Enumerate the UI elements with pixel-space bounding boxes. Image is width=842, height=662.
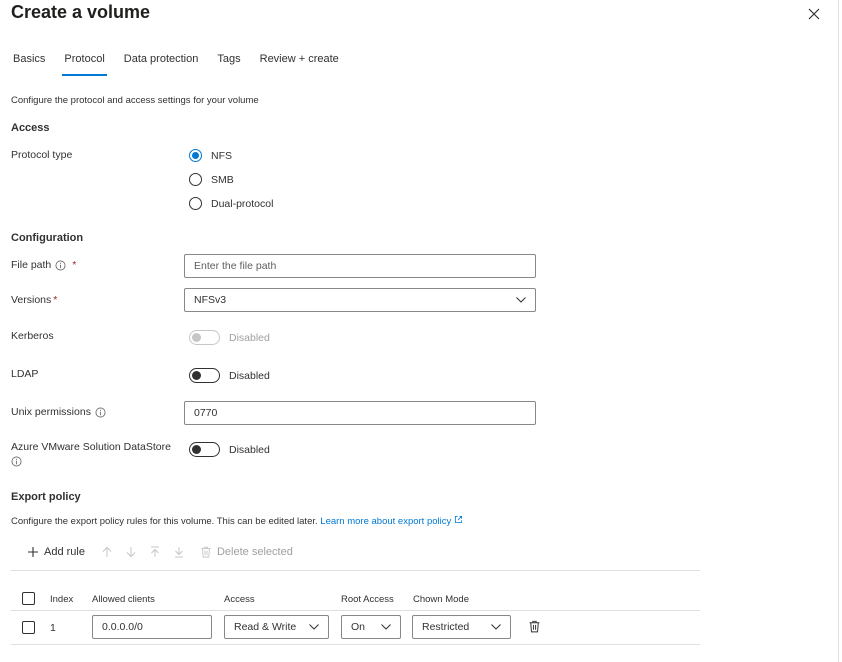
trash-icon bbox=[201, 546, 211, 558]
protocol-type-label: Protocol type bbox=[11, 149, 73, 161]
versions-label: Versions * bbox=[11, 294, 57, 306]
close-icon[interactable] bbox=[806, 6, 822, 22]
row-index: 1 bbox=[50, 622, 56, 634]
file-path-label-text: File path bbox=[11, 259, 52, 271]
kerberos-state: Disabled bbox=[229, 331, 270, 344]
column-header-chown-mode: Chown Mode bbox=[413, 594, 469, 605]
required-asterisk: * bbox=[53, 294, 58, 306]
chevron-down-icon bbox=[309, 624, 319, 630]
column-header-allowed-clients: Allowed clients bbox=[92, 594, 155, 605]
avs-datastore-toggle-row: Disabled bbox=[189, 442, 270, 457]
move-to-bottom-icon[interactable] bbox=[173, 546, 185, 558]
access-heading: Access bbox=[11, 122, 50, 134]
delete-selected-label: Delete selected bbox=[216, 546, 293, 558]
move-to-top-icon[interactable] bbox=[149, 546, 161, 558]
avs-datastore-toggle[interactable] bbox=[189, 442, 220, 457]
ldap-state: Disabled bbox=[229, 369, 270, 382]
required-asterisk: * bbox=[72, 259, 77, 271]
allowed-clients-input[interactable]: 0.0.0.0/0 bbox=[92, 615, 212, 639]
delete-row-icon[interactable] bbox=[528, 620, 541, 633]
table-header-divider bbox=[11, 610, 700, 611]
avs-datastore-label-text: Azure VMware Solution DataStore bbox=[11, 441, 171, 453]
column-header-access: Access bbox=[224, 594, 255, 605]
radio-dual-protocol-label: Dual-protocol bbox=[211, 197, 274, 210]
kerberos-toggle-row: Disabled bbox=[189, 330, 270, 345]
radio-smb-label: SMB bbox=[211, 173, 234, 186]
chown-mode-value: Restricted bbox=[422, 621, 470, 633]
plus-icon bbox=[28, 547, 38, 557]
export-policy-toolbar: Add rule Delete selected bbox=[27, 546, 293, 558]
row-checkbox[interactable] bbox=[22, 621, 35, 634]
tab-protocol[interactable]: Protocol bbox=[62, 52, 108, 76]
root-access-value: On bbox=[351, 621, 366, 633]
file-path-input[interactable]: Enter the file path bbox=[184, 254, 536, 278]
page-title: Create a volume bbox=[11, 2, 151, 22]
radio-nfs-label: NFS bbox=[211, 149, 232, 162]
avs-datastore-state: Disabled bbox=[229, 443, 270, 456]
column-header-index: Index bbox=[50, 594, 74, 605]
radio-smb-circle[interactable] bbox=[189, 173, 202, 186]
avs-datastore-label: Azure VMware Solution DataStore bbox=[11, 441, 176, 471]
versions-dropdown[interactable]: NFSv3 bbox=[184, 288, 536, 312]
chevron-down-icon bbox=[491, 624, 501, 630]
access-value: Read & Write bbox=[234, 621, 297, 633]
unix-permissions-label-text: Unix permissions bbox=[11, 406, 91, 418]
toolbar-divider bbox=[11, 570, 700, 571]
move-down-icon[interactable] bbox=[125, 546, 137, 558]
info-icon[interactable] bbox=[11, 456, 22, 467]
export-policy-description-text: Configure the export policy rules for th… bbox=[11, 516, 318, 527]
move-up-icon[interactable] bbox=[101, 546, 113, 558]
tab-bar: Basics Protocol Data protection Tags Rev… bbox=[11, 52, 356, 76]
external-link-icon bbox=[454, 515, 462, 524]
unix-permissions-label: Unix permissions bbox=[11, 406, 106, 418]
delete-selected-button[interactable]: Delete selected bbox=[200, 546, 293, 558]
radio-dual-protocol[interactable]: Dual-protocol bbox=[189, 197, 273, 210]
protocol-description: Configure the protocol and access settin… bbox=[11, 95, 259, 106]
radio-nfs[interactable]: NFS bbox=[189, 149, 232, 162]
export-policy-description: Configure the export policy rules for th… bbox=[11, 515, 463, 527]
add-rule-label: Add rule bbox=[44, 546, 85, 558]
radio-smb[interactable]: SMB bbox=[189, 173, 234, 186]
allowed-clients-value: 0.0.0.0/0 bbox=[102, 621, 143, 633]
learn-more-link[interactable]: Learn more about export policy bbox=[320, 515, 463, 527]
chown-mode-dropdown[interactable]: Restricted bbox=[412, 615, 511, 639]
panel-divider bbox=[838, 0, 839, 662]
tab-tags[interactable]: Tags bbox=[215, 52, 242, 76]
export-policy-heading: Export policy bbox=[11, 491, 81, 503]
kerberos-label: Kerberos bbox=[11, 330, 54, 342]
access-dropdown[interactable]: Read & Write bbox=[224, 615, 329, 639]
file-path-placeholder: Enter the file path bbox=[194, 260, 277, 272]
unix-permissions-value: 0770 bbox=[194, 407, 218, 419]
info-icon[interactable] bbox=[95, 407, 106, 418]
tab-review-create[interactable]: Review + create bbox=[258, 52, 341, 76]
info-icon[interactable] bbox=[55, 260, 66, 271]
kerberos-toggle bbox=[189, 330, 220, 345]
table-row-divider bbox=[11, 644, 700, 645]
ldap-toggle[interactable] bbox=[189, 368, 220, 383]
versions-label-text: Versions bbox=[11, 294, 52, 306]
root-access-dropdown[interactable]: On bbox=[341, 615, 401, 639]
ldap-toggle-row: Disabled bbox=[189, 368, 270, 383]
column-header-root-access: Root Access bbox=[341, 594, 394, 605]
select-all-checkbox[interactable] bbox=[22, 592, 35, 605]
versions-value: NFSv3 bbox=[194, 294, 227, 306]
configuration-heading: Configuration bbox=[11, 232, 84, 244]
radio-dual-protocol-circle[interactable] bbox=[189, 197, 202, 210]
tab-basics[interactable]: Basics bbox=[11, 52, 47, 76]
ldap-label: LDAP bbox=[11, 368, 39, 380]
file-path-label: File path * bbox=[11, 259, 76, 271]
tab-data-protection[interactable]: Data protection bbox=[122, 52, 201, 76]
unix-permissions-input[interactable]: 0770 bbox=[184, 401, 536, 425]
chevron-down-icon bbox=[381, 624, 391, 630]
chevron-down-icon bbox=[516, 297, 526, 303]
radio-nfs-circle[interactable] bbox=[189, 149, 202, 162]
learn-more-link-text: Learn more about export policy bbox=[320, 516, 452, 527]
add-rule-button[interactable]: Add rule bbox=[27, 546, 85, 558]
